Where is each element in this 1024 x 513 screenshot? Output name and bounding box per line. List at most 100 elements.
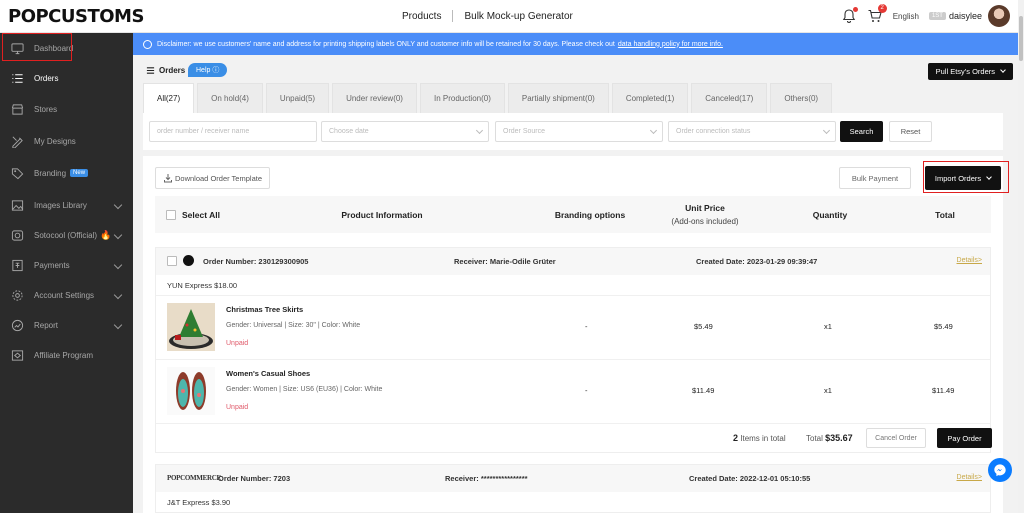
etsy-source-icon: [183, 255, 194, 266]
filter-bar: order number / receiver name Choose date…: [143, 113, 1003, 150]
col-quantity: Quantity: [812, 209, 848, 220]
product-name: Christmas Tree Skirts: [226, 305, 304, 314]
tab-canceled[interactable]: Canceled(17): [691, 83, 768, 113]
help-button[interactable]: Help ⓘ: [188, 63, 228, 77]
language-selector[interactable]: English: [893, 12, 919, 21]
total-label: Total: [806, 434, 823, 443]
sidebar-item-my-designs[interactable]: My Designs: [0, 126, 133, 156]
new-badge: New: [70, 169, 89, 177]
sidebar-item-sotocool[interactable]: Sotocool (Official) 🔥: [0, 220, 133, 250]
download-label: Download Order Template: [175, 173, 262, 183]
sidebar-item-label: My Designs: [34, 136, 76, 146]
orders-list-panel: Download Order Template Bulk Payment Imp…: [143, 156, 1009, 513]
table-row: Christmas Tree Skirts Gender: Universal …: [156, 295, 990, 359]
brand-logo[interactable]: POPCUSTOMS: [8, 6, 144, 27]
tab-partially-shipment[interactable]: Partially shipment(0): [507, 83, 609, 113]
connection-status-select[interactable]: Order connection status: [668, 121, 836, 142]
nav-products[interactable]: Products: [402, 11, 441, 22]
status-badge: Unpaid: [226, 340, 249, 347]
coin-icon: [10, 228, 24, 242]
orders-highlight-box: [2, 33, 72, 61]
gear-icon: [10, 288, 24, 302]
order-number: Order Number: 230129300905: [203, 257, 309, 266]
shipping-method: YUN Express $18.00: [167, 280, 238, 290]
page-scrollbar[interactable]: [1018, 0, 1024, 513]
tab-under-review[interactable]: Under review(0): [332, 83, 417, 113]
col-product: Product Information: [341, 209, 423, 220]
download-template-button[interactable]: Download Order Template: [155, 167, 270, 189]
sidebar: Dashboard Orders Stores My Designs Brand…: [0, 33, 133, 513]
bulk-payment-button[interactable]: Bulk Payment: [839, 167, 911, 189]
download-icon: [164, 174, 172, 183]
notification-dot: [852, 7, 858, 12]
order-card: POPCOMMERCE Order Number: 7203 Receiver:…: [155, 464, 991, 513]
details-link[interactable]: Details>: [957, 257, 982, 264]
nav-divider: [452, 10, 454, 22]
report-icon: [10, 318, 24, 332]
popcommerce-source-logo: POPCOMMERCE: [167, 474, 221, 482]
tab-all[interactable]: All(27): [143, 83, 195, 113]
product-name: Women's Casual Shoes: [226, 369, 311, 378]
unit-price-label: Unit Price: [685, 203, 725, 213]
import-highlight-box: [923, 161, 1009, 193]
avatar[interactable]: [988, 5, 1010, 27]
shipping-method: J&T Express $3.90: [167, 497, 231, 507]
sidebar-item-affiliate[interactable]: Affiliate Program: [0, 340, 133, 370]
unit-price: $5.49: [694, 322, 713, 331]
tab-completed[interactable]: Completed(1): [611, 83, 689, 113]
details-link[interactable]: Details>: [957, 474, 982, 481]
order-checkbox[interactable]: [167, 256, 177, 266]
order-header: Order Number: 230129300905 Receiver: Mar…: [156, 248, 990, 275]
username[interactable]: daisylee: [949, 11, 982, 21]
messenger-chat-icon[interactable]: [988, 458, 1012, 482]
order-source-select[interactable]: Order Source: [495, 121, 663, 142]
sidebar-item-branding[interactable]: Branding New: [0, 158, 133, 188]
sidebar-item-label: Images Library: [34, 200, 87, 210]
select-all[interactable]: Select All: [166, 196, 220, 233]
sidebar-item-report[interactable]: Report: [0, 310, 133, 340]
tab-others[interactable]: Others(0): [770, 83, 833, 113]
scrollbar-thumb[interactable]: [1019, 16, 1023, 61]
pull-etsy-orders-button[interactable]: Pull Etsy's Orders: [927, 63, 1013, 80]
tab-in-production[interactable]: In Production(0): [419, 83, 505, 113]
sidebar-item-orders[interactable]: Orders: [0, 63, 133, 93]
tab-on-hold[interactable]: On hold(4): [197, 83, 263, 113]
col-unit-price: Unit Price (Add-ons included): [660, 196, 750, 233]
order-search-input[interactable]: order number / receiver name: [149, 121, 317, 142]
order-card: Order Number: 230129300905 Receiver: Mar…: [155, 247, 992, 453]
date-picker[interactable]: Choose date: [321, 121, 489, 142]
sidebar-item-stores[interactable]: Stores: [0, 94, 133, 124]
reset-button[interactable]: Reset: [889, 121, 932, 142]
pay-order-button[interactable]: Pay Order: [937, 428, 992, 448]
select-all-checkbox[interactable]: [166, 209, 176, 220]
tag-icon: [10, 166, 24, 180]
data-policy-link[interactable]: data handling policy for more info.: [618, 41, 723, 48]
items-count-value: 2: [733, 433, 739, 443]
chevron-down-icon: [1000, 67, 1006, 73]
line-total: $11.49: [932, 386, 955, 395]
page-title: Orders: [146, 66, 185, 75]
select-all-label: Select All: [182, 209, 220, 220]
sidebar-item-payments[interactable]: Payments: [0, 250, 133, 280]
nav-mockup-generator[interactable]: Bulk Mock-up Generator: [464, 11, 572, 22]
tab-unpaid[interactable]: Unpaid(5): [265, 83, 330, 113]
table-header: Select All Product Information Branding …: [155, 196, 991, 233]
list-icon: [10, 71, 24, 85]
disclaimer-text: Disclaimer: we use customers' name and a…: [157, 40, 615, 48]
sidebar-item-label: Account Settings: [34, 290, 95, 300]
addons-label: (Add-ons included): [671, 217, 739, 226]
cart-icon[interactable]: 2: [867, 4, 887, 24]
line-total: $5.49: [934, 322, 953, 331]
items-count-label: Items in total: [740, 434, 786, 443]
disclaimer-banner: Disclaimer: we use customers' name and a…: [133, 33, 1018, 55]
receiver: Receiver: Marie-Odile Grüter: [454, 257, 556, 266]
created-date: Created Date: 2022-12-01 05:10:55: [689, 474, 811, 483]
cancel-order-button[interactable]: Cancel Order: [866, 428, 926, 448]
sidebar-item-images-library[interactable]: Images Library: [0, 190, 133, 220]
branding-value: -: [585, 386, 588, 395]
sidebar-item-account-settings[interactable]: Account Settings: [0, 280, 133, 310]
col-branding: Branding options: [554, 209, 626, 220]
bell-icon[interactable]: [841, 7, 858, 24]
search-button[interactable]: Search: [840, 121, 883, 142]
pull-etsy-label: Pull Etsy's Orders: [935, 67, 995, 76]
